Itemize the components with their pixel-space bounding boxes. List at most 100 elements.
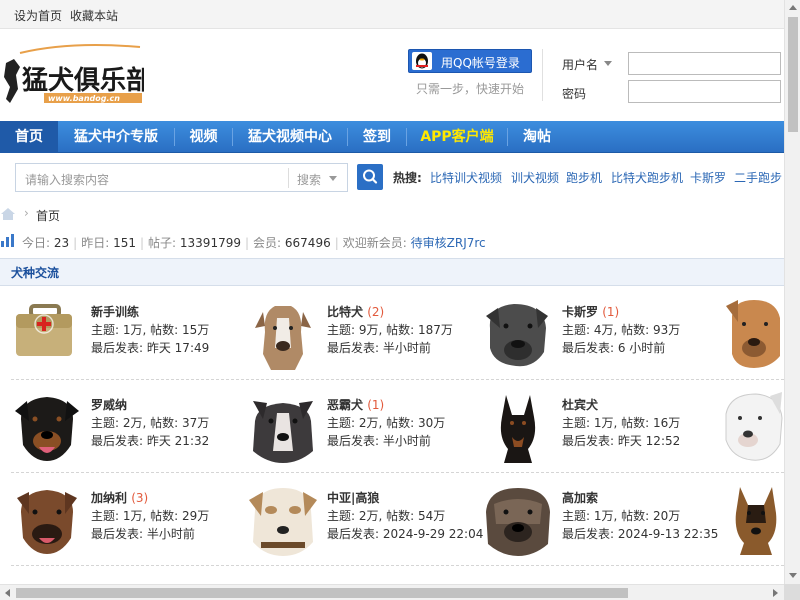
nav-home[interactable]: 首页 — [0, 121, 58, 153]
scroll-right-icon[interactable] — [773, 589, 778, 597]
forum-last-post[interactable]: 最后发表: 昨天 12:52 — [562, 432, 680, 449]
password-input[interactable] — [628, 80, 781, 103]
nav-agency[interactable]: 猛犬中介专版 — [58, 121, 174, 153]
newest-member-link[interactable]: 待审核ZRJ7rc — [411, 236, 486, 250]
qq-login-button[interactable]: 用QQ帐号登录 — [408, 49, 532, 73]
forum-item[interactable]: 加纳利 (3) 主题: 1万, 帖数: 29万 最后发表: 半小时前 — [11, 484, 246, 564]
row-divider — [11, 379, 784, 380]
forum-name: 比特犬 (2) — [327, 305, 385, 319]
forum-topics: 主题: 2万, 帖数: 54万 — [327, 509, 446, 523]
chevron-down-icon[interactable] — [604, 61, 612, 66]
home-icon[interactable] — [0, 207, 16, 221]
rottweiler-dog-image[interactable] — [11, 391, 83, 463]
first-aid-kit-icon[interactable] — [11, 298, 83, 370]
dog-image[interactable] — [724, 296, 784, 368]
stat-newest-label: 欢迎新会员: — [342, 236, 407, 250]
top-bar: 设为首页 收藏本站 — [0, 0, 784, 29]
forum-last-post[interactable]: 最后发表: 半小时前 — [327, 432, 431, 449]
hot-search-link[interactable]: 训犬视频 — [511, 169, 559, 186]
forum-topics: 主题: 1万, 帖数: 16万 — [562, 416, 681, 430]
nav-video-center[interactable]: 猛犬视频中心 — [233, 121, 347, 153]
row-divider — [11, 472, 784, 473]
forum-name: 新手训练 — [91, 305, 140, 319]
stat-yesterday-label: 昨日: — [81, 236, 110, 250]
vertical-scroll-thumb[interactable] — [788, 17, 798, 132]
forum-topics: 主题: 4万, 帖数: 93万 — [562, 323, 681, 337]
hot-search-link[interactable]: 二手跑步 — [734, 169, 782, 186]
forum-item[interactable]: 恶霸犬 (1) 主题: 2万, 帖数: 30万 最后发表: 半小时前 — [247, 391, 482, 471]
logo-url: www.bandog.cn — [48, 94, 120, 103]
stat-posts-value: 13391799 — [179, 236, 241, 250]
site-header: 猛犬俱乐部 www.bandog.cn 用QQ帐号登录 只需一步，快速开始 用户… — [0, 29, 784, 121]
horizontal-scrollbar[interactable] — [0, 584, 784, 600]
set-home-link[interactable]: 设为首页 — [14, 7, 62, 24]
bully-dog-image[interactable] — [247, 391, 319, 463]
forum-item[interactable]: 比特犬 (2) 主题: 9万, 帖数: 187万 最后发表: 半小时前 — [247, 298, 482, 378]
dog-image[interactable] — [728, 483, 784, 555]
scroll-left-icon[interactable] — [5, 589, 10, 597]
section-header: 犬种交流 — [0, 258, 784, 286]
forum-last-post[interactable]: 最后发表: 2024-9-29 22:04 — [327, 525, 483, 542]
scrollbar-corner — [784, 584, 800, 600]
forum-item[interactable]: 罗威纳 主题: 2万, 帖数: 37万 最后发表: 昨天 21:32 — [11, 391, 246, 471]
forum-topics: 主题: 1万, 帖数: 15万 — [91, 323, 210, 337]
forum-name: 杜宾犬 — [562, 398, 599, 412]
forum-last-post[interactable]: 最后发表: 昨天 17:49 — [91, 339, 209, 356]
breadcrumb-home[interactable]: 首页 — [36, 207, 60, 224]
forum-last-post[interactable]: 最后发表: 2024-9-13 22:35 — [562, 525, 718, 542]
qq-login-label: 用QQ帐号登录 — [441, 56, 520, 70]
stat-members-label: 会员: — [253, 236, 282, 250]
forum-item[interactable]: 卡斯罗 (1) 主题: 4万, 帖数: 93万 最后发表: 6 小时前 — [482, 298, 717, 378]
doberman-dog-image[interactable] — [482, 391, 554, 463]
scroll-up-icon[interactable] — [789, 5, 797, 10]
nav-checkin[interactable]: 签到 — [348, 121, 406, 153]
search-type-select[interactable]: 搜索 — [297, 171, 321, 188]
nav-video[interactable]: 视频 — [175, 121, 232, 153]
logo-text: 猛犬俱乐部 — [21, 65, 144, 96]
bookmark-link[interactable]: 收藏本站 — [70, 7, 118, 24]
chevron-down-icon[interactable] — [329, 176, 337, 181]
forum-name: 中亚|高狼 — [327, 491, 380, 505]
nav-collections[interactable]: 淘帖 — [508, 121, 566, 153]
section-title[interactable]: 犬种交流 — [11, 264, 59, 281]
horizontal-scroll-thumb[interactable] — [16, 588, 628, 598]
cane-corso-dog-image[interactable] — [482, 298, 554, 370]
nav-app[interactable]: APP客户端 — [407, 121, 507, 153]
pitbull-dog-image[interactable] — [247, 298, 319, 370]
vertical-scrollbar[interactable] — [784, 0, 800, 584]
caucasian-dog-image[interactable] — [482, 484, 554, 556]
chevron-right-icon: › — [24, 206, 29, 220]
forum-topics: 主题: 2万, 帖数: 30万 — [327, 416, 446, 430]
qq-penguin-icon — [412, 52, 432, 70]
forum-item[interactable]: 高加索 主题: 1万, 帖数: 20万 最后发表: 2024-9-13 22:3… — [482, 484, 718, 564]
stat-yesterday-value: 151 — [113, 236, 136, 250]
hot-search-link[interactable]: 比特训犬视频 — [430, 169, 502, 186]
main-nav: 首页 猛犬中介专版 视频 猛犬视频中心 签到 APP客户端 淘帖 — [0, 121, 784, 153]
forum-item[interactable]: 杜宾犬 主题: 1万, 帖数: 16万 最后发表: 昨天 12:52 — [482, 391, 717, 471]
forum-item[interactable]: 中亚|高狼 主题: 2万, 帖数: 54万 最后发表: 2024-9-29 22… — [247, 484, 483, 564]
forum-last-post[interactable]: 最后发表: 昨天 21:32 — [91, 432, 209, 449]
forum-last-post[interactable]: 最后发表: 半小时前 — [91, 525, 195, 542]
forum-name: 加纳利 (3) — [91, 491, 149, 505]
search-input[interactable]: 请输入搜索内容 搜索 — [15, 163, 348, 192]
scroll-down-icon[interactable] — [789, 573, 797, 578]
password-label: 密码 — [562, 87, 587, 101]
forum-item[interactable]: 新手训练 主题: 1万, 帖数: 15万 最后发表: 昨天 17:49 — [11, 298, 246, 378]
central-asian-dog-image[interactable] — [247, 484, 319, 556]
search-button[interactable] — [357, 164, 383, 190]
forum-last-post[interactable]: 最后发表: 6 小时前 — [562, 339, 665, 356]
username-input[interactable] — [628, 52, 781, 75]
presa-canario-dog-image[interactable] — [11, 484, 83, 556]
forum-last-post[interactable]: 最后发表: 半小时前 — [327, 339, 431, 356]
hot-search-link[interactable]: 跑步机 — [566, 169, 602, 186]
stat-today-label: 今日: — [22, 236, 51, 250]
stat-posts-label: 帖子: — [148, 236, 177, 250]
forum-name: 恶霸犬 (1) — [327, 398, 385, 412]
username-label[interactable]: 用户名 — [562, 56, 598, 73]
hot-search-link[interactable]: 比特犬跑步机 — [611, 169, 683, 186]
forum-topics: 主题: 1万, 帖数: 20万 — [562, 509, 681, 523]
hot-search-link[interactable]: 卡斯罗 — [690, 169, 726, 186]
dog-image[interactable] — [720, 390, 784, 462]
search-divider — [288, 168, 289, 188]
site-logo[interactable]: 猛犬俱乐部 www.bandog.cn — [0, 41, 144, 105]
